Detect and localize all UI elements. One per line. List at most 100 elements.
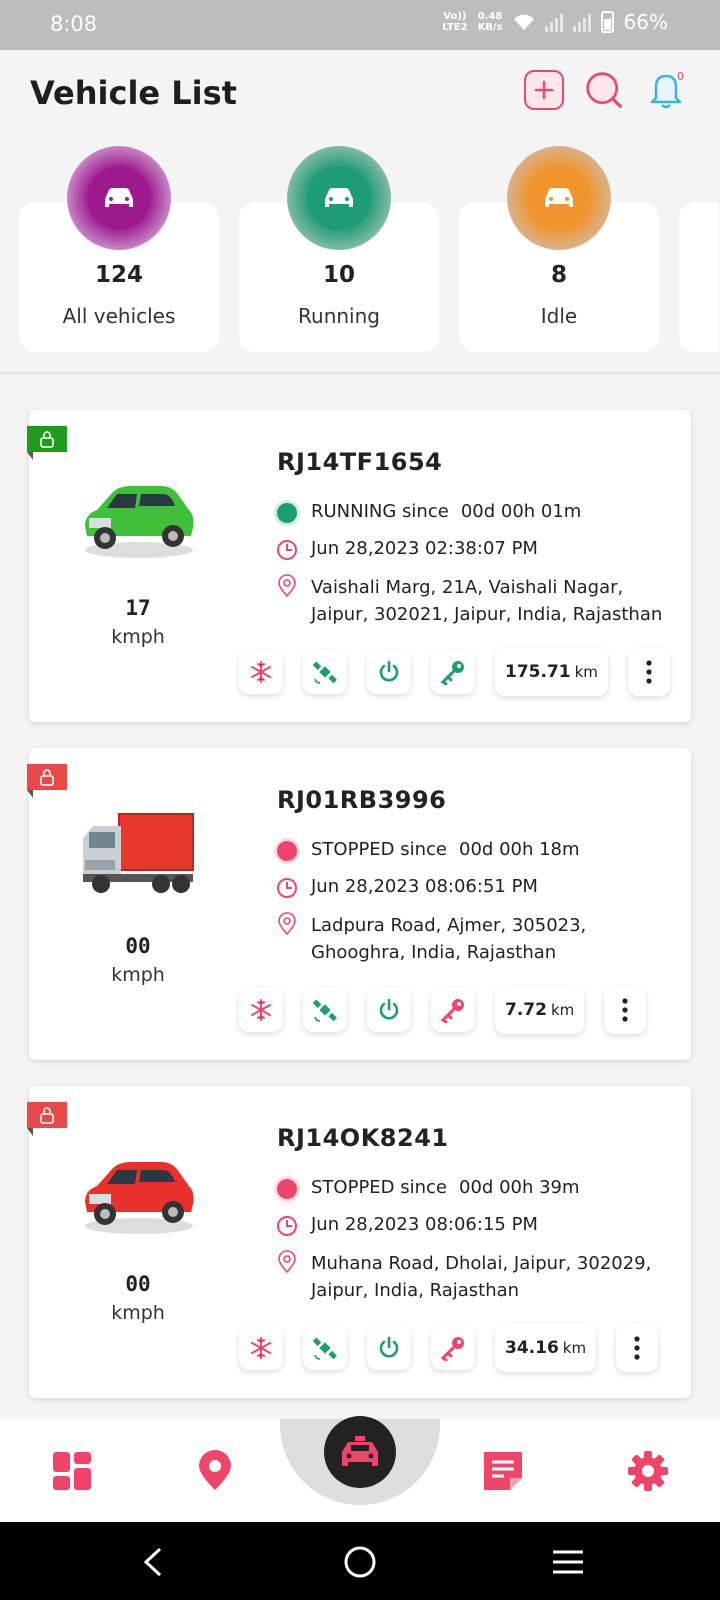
- add-vehicle-button[interactable]: [524, 70, 564, 110]
- vehicle-status-row: RUNNING since 00d 00h 01m: [275, 501, 581, 525]
- summary-card-idle[interactable]: 8 Idle: [459, 146, 659, 352]
- more-vertical-icon: [634, 1336, 640, 1360]
- key-button[interactable]: [431, 988, 475, 1032]
- plus-icon: [534, 80, 554, 100]
- vehicle-summary: 124 All vehicles 10 Running 8 Idle: [0, 144, 720, 374]
- vehicle-card[interactable]: 17 kmph RJ14TF1654 RUNNING since 00d 00h 01m…: [27, 410, 691, 722]
- vehicle-status-row: STOPPED since 00d 00h 18m: [275, 839, 580, 863]
- more-options-button[interactable]: [604, 986, 647, 1034]
- location-icon: [278, 1250, 296, 1274]
- key-button[interactable]: [431, 1326, 475, 1370]
- more-options-button[interactable]: [627, 648, 670, 696]
- lock-tag[interactable]: [27, 426, 67, 460]
- lock-icon: [40, 1107, 54, 1124]
- vehicle-address-row: Ladpura Road, Ajmer, 305023, Ghooghra, I…: [275, 912, 667, 966]
- vehicle-status: STOPPED since: [311, 839, 448, 860]
- vehicle-card[interactable]: 00 kmph RJ01RB3996 STOPPED since 00d 00h 18m…: [27, 748, 691, 1060]
- nav-map[interactable]: [193, 1449, 237, 1493]
- app-header: Vehicle List 0: [0, 50, 720, 142]
- summary-label: All vehicles: [62, 304, 176, 328]
- ac-button[interactable]: [239, 1326, 283, 1370]
- key-button[interactable]: [431, 650, 475, 694]
- network-type: Vo)) LTE2: [442, 11, 468, 33]
- gps-button[interactable]: [303, 988, 347, 1032]
- distance-badge: 175.71 km: [495, 648, 608, 696]
- wifi-icon: [513, 14, 534, 30]
- more-options-button[interactable]: [616, 1324, 659, 1372]
- key-icon: [440, 1337, 464, 1361]
- summary-card-partial[interactable]: [679, 202, 719, 352]
- ignition-button[interactable]: [367, 1326, 411, 1370]
- recents-button[interactable]: [548, 1542, 588, 1582]
- vehicle-card[interactable]: 00 kmph RJ14OK8241 STOPPED since 00d 00h 39m…: [27, 1086, 691, 1398]
- ignition-button[interactable]: [367, 988, 411, 1032]
- vehicle-plate: RJ14OK8241: [277, 1124, 449, 1152]
- vehicle-address-row: Vaishali Marg, 21A, Vaishali Nagar, Jaip…: [275, 574, 667, 628]
- dashboard-icon: [53, 1452, 91, 1490]
- distance-unit: km: [562, 1339, 587, 1357]
- search-icon: [586, 72, 622, 108]
- location-icon: [278, 574, 296, 598]
- status-icons: Vo)) LTE2 0.48 KB/s 66%: [442, 10, 668, 34]
- speed-unit: kmph: [111, 964, 165, 986]
- satellite-icon: [312, 1337, 337, 1360]
- ignition-button[interactable]: [367, 650, 411, 694]
- distance-unit: km: [574, 663, 598, 681]
- home-button[interactable]: [340, 1542, 380, 1582]
- vehicle-time-row: Jun 28,2023 08:06:15 PM: [275, 1214, 538, 1238]
- summary-circle: [67, 146, 171, 250]
- status-dot-icon: [277, 503, 297, 523]
- vehicle-address: Muhana Road, Dholai, Jaipur, 302029, Jai…: [311, 1253, 652, 1301]
- location-icon: [278, 912, 296, 936]
- vehicle-image: [79, 1146, 197, 1242]
- signal-icon: [544, 12, 563, 32]
- system-navigation-bar: [0, 1522, 720, 1600]
- notification-count: 0: [677, 70, 684, 83]
- nav-settings[interactable]: [626, 1449, 670, 1493]
- status-dot-icon: [277, 841, 297, 861]
- satellite-icon: [312, 661, 337, 684]
- location-pin-icon: [199, 1450, 231, 1490]
- car-icon: [105, 188, 133, 207]
- lock-icon: [40, 431, 54, 448]
- power-icon: [379, 998, 399, 1020]
- recents-icon: [553, 1550, 583, 1574]
- car-icon: [325, 188, 353, 207]
- satellite-icon: [312, 999, 337, 1022]
- speed-unit: kmph: [111, 626, 165, 648]
- search-button[interactable]: [584, 70, 624, 110]
- nav-reports[interactable]: [481, 1449, 525, 1493]
- nav-vehicle-list[interactable]: [324, 1416, 396, 1488]
- key-icon: [440, 999, 464, 1023]
- summary-circle: [287, 146, 391, 250]
- battery-icon: [600, 11, 614, 33]
- lock-tag[interactable]: [27, 764, 67, 798]
- gps-button[interactable]: [303, 1326, 347, 1370]
- last-update-time: Jun 28,2023 08:06:51 PM: [311, 876, 538, 897]
- reports-icon: [484, 1452, 522, 1490]
- notifications-button[interactable]: 0: [646, 70, 686, 110]
- summary-circle: [507, 146, 611, 250]
- vehicle-time-row: Jun 28,2023 08:06:51 PM: [275, 876, 538, 900]
- clock-icon: [277, 1216, 297, 1236]
- home-icon: [344, 1546, 376, 1578]
- summary-count: 8: [550, 262, 567, 288]
- nav-dashboard[interactable]: [50, 1449, 94, 1493]
- ac-button[interactable]: [239, 988, 283, 1032]
- vehicle-speed: 00: [125, 1272, 151, 1296]
- status-time: 8:08: [50, 12, 98, 36]
- last-update-time: Jun 28,2023 08:06:15 PM: [311, 1214, 538, 1235]
- snowflake-icon: [251, 1337, 271, 1359]
- clock-icon: [277, 540, 297, 560]
- vehicle-address: Vaishali Marg, 21A, Vaishali Nagar, Jaip…: [311, 577, 663, 625]
- distance-unit: km: [550, 1001, 575, 1019]
- summary-card-all[interactable]: 124 All vehicles: [19, 146, 219, 352]
- ac-button[interactable]: [239, 650, 283, 694]
- summary-card-running[interactable]: 10 Running: [239, 146, 439, 352]
- summary-count: 10: [322, 262, 355, 288]
- back-button[interactable]: [132, 1542, 172, 1582]
- gps-button[interactable]: [303, 650, 347, 694]
- lock-tag[interactable]: [27, 1102, 67, 1136]
- bottom-navigation: [0, 1416, 720, 1522]
- distance-badge: 7.72 km: [495, 986, 585, 1034]
